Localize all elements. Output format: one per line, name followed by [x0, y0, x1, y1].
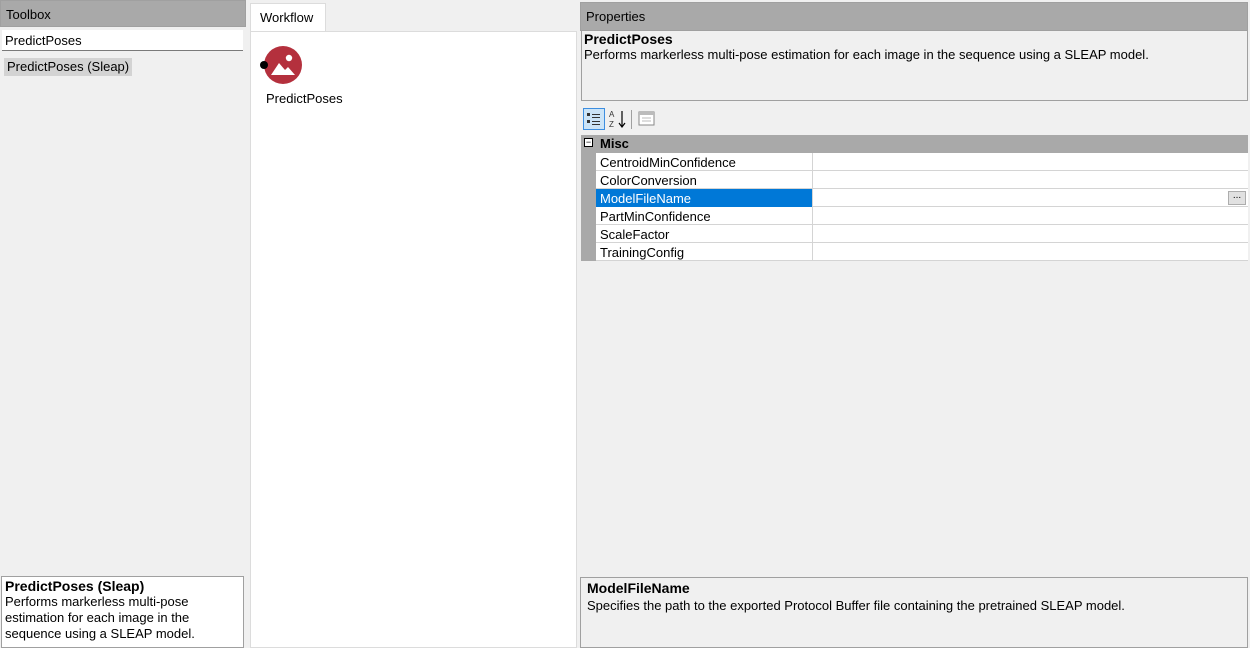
categorized-icon — [587, 113, 600, 125]
tab-workflow[interactable]: Workflow — [250, 3, 326, 32]
toolbox-description-line: sequence using a SLEAP model. — [5, 626, 195, 641]
row-gutter — [581, 243, 596, 261]
toolbar-separator — [631, 110, 632, 129]
properties-toolbar: A Z — [582, 108, 882, 132]
category-label: Misc — [600, 136, 629, 151]
row-gutter — [581, 153, 596, 171]
workflow-node-predictposes[interactable] — [264, 46, 302, 84]
toolbox-item-predictposes[interactable]: PredictPoses (Sleap) — [4, 58, 133, 76]
toolbox-description: PredictPoses (Sleap) Performs markerless… — [1, 576, 244, 648]
property-value-input[interactable] — [814, 171, 1248, 189]
property-name[interactable]: PartMinConfidence — [596, 207, 813, 225]
property-row[interactable]: TrainingConfig — [581, 243, 1248, 261]
property-row[interactable]: CentroidMinConfidence — [581, 153, 1248, 171]
browse-button[interactable]: ... — [1228, 191, 1246, 205]
properties-summary: PredictPoses Performs markerless multi-p… — [581, 31, 1248, 101]
property-grid: − Misc CentroidMinConfidence ColorConvers… — [581, 135, 1248, 261]
toolbox-description-line: Performs markerless multi-pose — [5, 594, 189, 609]
property-name[interactable]: ScaleFactor — [596, 225, 813, 243]
sort-alphabetical-icon: A Z — [609, 110, 626, 129]
image-icon — [271, 54, 295, 75]
svg-text:Z: Z — [609, 120, 614, 129]
property-value-input[interactable] — [814, 225, 1248, 243]
property-description: ModelFileName Specifies the path to the … — [580, 577, 1248, 648]
properties-summary-text: Performs markerless multi-pose estimatio… — [584, 47, 1149, 62]
collapse-icon[interactable]: − — [584, 138, 593, 147]
workflow-canvas[interactable] — [250, 31, 577, 648]
node-input-port[interactable] — [260, 61, 268, 69]
property-row[interactable]: ModelFileName... — [581, 189, 1248, 207]
property-name[interactable]: TrainingConfig — [596, 243, 813, 261]
properties-summary-title: PredictPoses — [584, 31, 673, 47]
row-gutter — [581, 225, 596, 243]
property-value-input[interactable] — [814, 243, 1248, 261]
toolbox-panel: Toolbox — [0, 0, 246, 648]
property-name[interactable]: ModelFileName — [596, 189, 813, 207]
property-row[interactable]: ScaleFactor — [581, 225, 1248, 243]
properties-header: Properties — [580, 2, 1248, 31]
toolbox-search-input[interactable]: PredictPoses — [2, 30, 243, 51]
property-row[interactable]: PartMinConfidence — [581, 207, 1248, 225]
property-name[interactable]: ColorConversion — [596, 171, 813, 189]
property-name[interactable]: CentroidMinConfidence — [596, 153, 813, 171]
property-value-input[interactable] — [814, 189, 1248, 207]
property-value-input[interactable] — [814, 153, 1248, 171]
toolbox-description-line: estimation for each image in the — [5, 610, 190, 625]
category-misc[interactable]: − Misc — [581, 135, 1248, 153]
property-description-text: Specifies the path to the exported Proto… — [587, 598, 1125, 613]
property-pages-button[interactable] — [636, 108, 658, 130]
row-gutter — [581, 189, 596, 207]
workflow-node-label: PredictPoses — [266, 91, 343, 106]
svg-text:A: A — [609, 110, 615, 119]
row-gutter — [581, 171, 596, 189]
toolbox-header: Toolbox — [0, 0, 246, 27]
property-description-title: ModelFileName — [587, 580, 690, 596]
categorized-button[interactable] — [583, 108, 605, 130]
property-pages-icon — [638, 111, 655, 126]
property-row[interactable]: ColorConversion — [581, 171, 1248, 189]
property-value-input[interactable] — [814, 207, 1248, 225]
row-gutter — [581, 207, 596, 225]
toolbox-description-title: PredictPoses (Sleap) — [5, 578, 145, 594]
alphabetical-button[interactable]: A Z — [607, 108, 629, 130]
